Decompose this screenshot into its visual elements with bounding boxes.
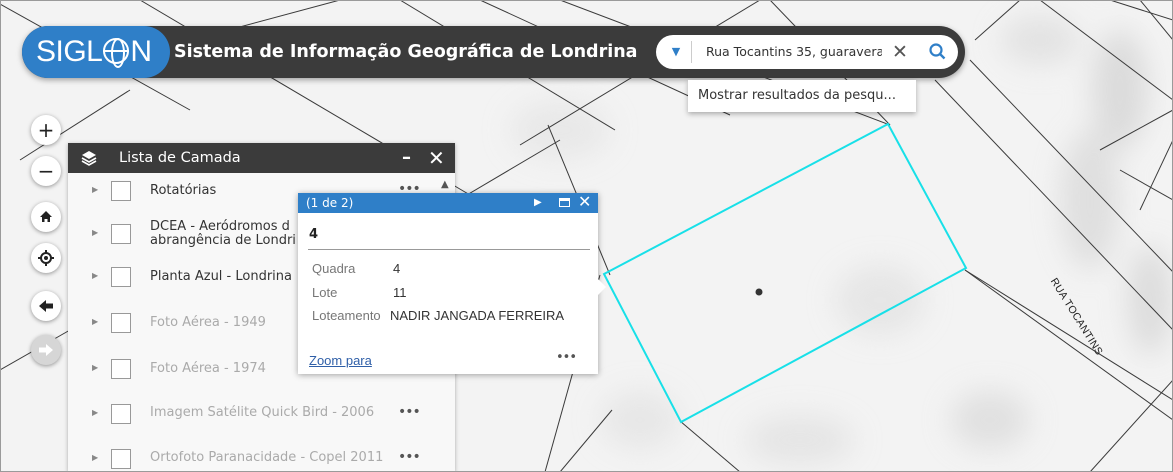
app-header: SIGL N Sistema de Informação Geográfica d… [22,26,965,78]
layer-checkbox[interactable] [111,224,131,244]
feature-popup: (1 de 2) ▶ ✕ 4 Quadra 4 Lote 11 Loteamen… [298,192,606,374]
search-separator [691,41,692,63]
search-input[interactable]: Rua Tocantins 35, guaravera [706,35,882,69]
layer-name-line2: abrangência de Londri [150,233,296,248]
siglon-logo[interactable]: SIGL N [22,26,170,78]
expand-arrow-icon[interactable]: ▶ [92,228,98,237]
caret-down-icon: ▼ [671,45,681,58]
popup-title: 4 [309,227,319,242]
zoom-out-button[interactable]: − [31,156,61,186]
layer-name: Planta Azul - Londrina [150,269,292,284]
search-source-dropdown[interactable]: ▼ [664,42,688,62]
close-icon: ✕ [892,41,908,63]
search-icon [929,43,946,60]
popup-pointer [597,278,606,296]
expand-arrow-icon[interactable]: ▶ [92,408,98,417]
layer-list-header: Lista de Camada – ✕ [68,143,455,173]
next-feature-button[interactable]: ▶ [534,193,542,213]
scroll-up-icon[interactable]: ▲ [441,179,449,190]
layer-checkbox[interactable] [111,449,131,469]
next-extent-button[interactable] [31,335,61,365]
field-value: 4 [393,261,401,276]
layer-name: Foto Aérea - 1974 [150,361,266,376]
popup-divider [308,249,590,250]
home-icon [40,211,52,222]
popup-header: (1 de 2) ▶ ✕ [298,192,598,213]
locate-icon [38,250,54,266]
expand-arrow-icon[interactable]: ▶ [92,185,98,194]
arrow-right-icon [39,344,53,356]
zoom-in-button[interactable]: + [31,115,61,145]
parcel-centroid [755,288,763,296]
maximize-icon[interactable] [559,198,570,207]
globe-icon [103,38,130,68]
more-options-icon[interactable]: ••• [398,404,421,420]
logo-text-start: SIGL [36,35,103,68]
previous-extent-button[interactable] [31,291,61,321]
close-panel-button[interactable]: ✕ [428,143,445,173]
close-popup-button[interactable]: ✕ [578,192,591,212]
search-button[interactable] [924,35,952,69]
layer-checkbox[interactable] [111,181,131,201]
layer-list-title: Lista de Camada [119,150,241,166]
field-label: Quadra [312,261,356,276]
more-actions-icon[interactable]: ••• [556,350,577,365]
home-button[interactable] [31,202,61,232]
layer-name: Ortofoto Paranacidade - Copel 2011 [150,450,384,465]
search-box: ▼ Rua Tocantins 35, guaravera ✕ [656,35,958,69]
locate-button[interactable] [31,243,61,273]
layer-item[interactable]: ▶ Ortofoto Paranacidade - Copel 2011 ••• [68,445,428,472]
field-value: NADIR JANGADA FERREIRA [390,308,565,323]
layer-name: Rotatórias [150,183,217,198]
arrow-left-icon [39,300,53,312]
layer-checkbox[interactable] [111,313,131,333]
logo-text-end: N [130,35,152,68]
layer-checkbox[interactable] [111,267,131,287]
layer-name: Foto Aérea - 1949 [150,315,266,330]
layers-icon [81,151,97,166]
app-title: Sistema de Informação Geográfica de Lond… [174,42,638,62]
expand-arrow-icon[interactable]: ▶ [92,453,98,462]
layer-name: Imagem Satélite Quick Bird - 2006 [150,405,375,420]
expand-arrow-icon[interactable]: ▶ [92,271,98,280]
expand-arrow-icon[interactable]: ▶ [92,363,98,372]
clear-search-button[interactable]: ✕ [892,35,908,69]
minimize-button[interactable]: – [402,143,411,173]
more-options-icon[interactable]: ••• [398,449,421,465]
field-value: 11 [393,285,407,300]
popup-counter: (1 de 2) [306,196,354,210]
layer-name: DCEA - Aeródromos d [150,219,290,234]
field-label: Lote [312,285,338,300]
layer-item[interactable]: ▶ Imagem Satélite Quick Bird - 2006 ••• [68,400,428,430]
search-suggestion[interactable]: Mostrar resultados da pesqu... [688,80,916,112]
layer-checkbox[interactable] [111,404,131,424]
layer-checkbox[interactable] [111,359,131,379]
zoom-to-link[interactable]: Zoom para [309,353,372,368]
field-label: Loteamento [312,308,381,323]
expand-arrow-icon[interactable]: ▶ [92,317,98,326]
